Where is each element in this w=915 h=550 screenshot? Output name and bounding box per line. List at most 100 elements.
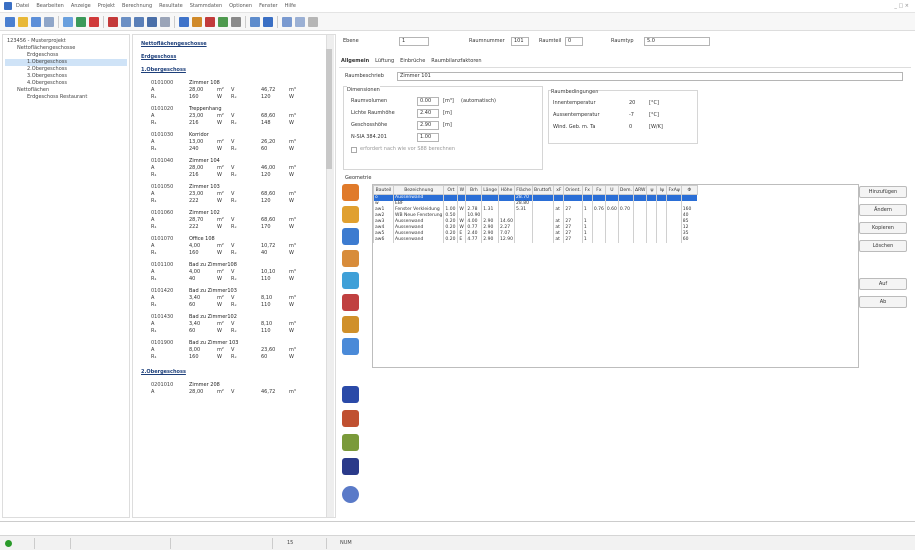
floor-og2[interactable]: 2.Obergeschoss — [141, 367, 335, 377]
wall-icon[interactable] — [342, 184, 359, 201]
raumtyp-select[interactable]: 5.0 — [644, 37, 710, 46]
table-cell[interactable]: at — [553, 236, 564, 243]
room-entry[interactable]: 0101070 Office 108 A 4,00 m² V 10,72 m³ R₁ 160 W Rₓ… — [151, 236, 323, 257]
help-icon[interactable] — [295, 16, 305, 27]
menu-masterdata[interactable]: Stammdaten — [190, 3, 222, 9]
column-header[interactable]: Brh — [465, 185, 483, 195]
column-header[interactable]: Bezeichnung — [392, 185, 445, 195]
table-cell[interactable]: 60 — [680, 236, 698, 243]
table-cell[interactable]: 14.60 — [498, 218, 515, 225]
project-tree[interactable]: 123456 - Musterprojekt Nettoflächengescho… — [2, 34, 130, 518]
column-header[interactable]: U — [604, 185, 619, 195]
list-scrollbar[interactable] — [326, 35, 334, 517]
tab-lueftung[interactable]: Lüftung — [375, 58, 394, 64]
ceiling-icon[interactable] — [342, 294, 359, 311]
print-icon[interactable] — [44, 16, 54, 27]
tree-node[interactable]: 123456 - Musterprojekt — [5, 38, 127, 45]
grid-icon[interactable] — [231, 16, 241, 27]
export-icon[interactable] — [263, 16, 273, 27]
layer-red-icon[interactable] — [342, 410, 359, 427]
raumnummer-field[interactable]: 101 — [511, 37, 529, 46]
table-cell[interactable] — [666, 236, 682, 243]
chart-icon[interactable] — [205, 16, 215, 27]
tab-allgemein[interactable]: Allgemein — [341, 58, 369, 64]
column-header[interactable]: W — [457, 185, 467, 195]
gear-icon[interactable] — [342, 486, 359, 503]
calc-icon[interactable] — [179, 16, 189, 27]
cut-icon[interactable] — [121, 16, 131, 27]
table-cell[interactable]: 4.77 — [465, 236, 482, 243]
column-header[interactable]: Orient. — [563, 185, 583, 195]
save-icon[interactable] — [31, 16, 41, 27]
tab-einbrueche[interactable]: Einbrüche — [400, 58, 425, 64]
room-entry[interactable]: 0201010 Zimmer 208 A 28,00 m² V 46,72 m³ — [151, 382, 323, 396]
window-controls[interactable]: _ □ × — [894, 3, 909, 9]
scrollbar-thumb[interactable] — [326, 49, 332, 169]
table-cell[interactable]: 0.60 — [604, 206, 619, 213]
table-cell[interactable]: aw6 — [373, 236, 394, 243]
menu-results[interactable]: Resultate — [159, 3, 183, 9]
room-entry[interactable]: 0101100 Bad zu Zimmer108 A 4,00 m² V 10,10 m³ R₁… — [151, 262, 323, 283]
add-button[interactable]: Hinzufügen — [859, 186, 907, 198]
table-cell[interactable] — [646, 236, 657, 243]
column-header[interactable]: Fx — [581, 185, 593, 195]
room-entry[interactable]: 0101420 Bad zu Zimmer103 A 3,40 m² V 8,10 m³ R₁ 6… — [151, 288, 323, 309]
settings-icon[interactable] — [250, 16, 260, 27]
column-header[interactable]: Länge — [481, 185, 500, 195]
geschosshoehe-field[interactable]: 2.90 — [417, 121, 439, 130]
table-cell[interactable]: E — [457, 236, 466, 243]
room-entry[interactable]: 0101430 Bad zu Zimmer102 A 3,40 m² V 8,10 m³ R₁ 6… — [151, 314, 323, 335]
menu-options[interactable]: Optionen — [229, 3, 252, 9]
move-down-button[interactable]: Ab — [859, 296, 907, 308]
column-header[interactable]: ψ — [646, 185, 658, 195]
table-cell[interactable]: 27 — [563, 236, 583, 243]
tree-node[interactable]: Nettoflächen — [5, 87, 127, 94]
roof-icon[interactable] — [342, 250, 359, 267]
column-header[interactable]: Dem. — [617, 185, 634, 195]
column-header[interactable]: FxAψ — [666, 185, 682, 195]
table-cell[interactable]: 10.90 — [465, 212, 482, 219]
edit-button[interactable]: Ändern — [859, 204, 907, 216]
table-cell[interactable]: 1 — [581, 236, 593, 243]
close-icon[interactable] — [160, 16, 170, 27]
table-cell[interactable] — [591, 236, 606, 243]
ebene-field[interactable]: 1 — [399, 37, 429, 46]
column-header[interactable]: Fx — [591, 185, 606, 195]
table-cell[interactable]: 0.20 — [443, 236, 458, 243]
menu-edit[interactable]: Bearbeiten — [36, 3, 63, 9]
report-icon[interactable] — [192, 16, 202, 27]
menu-help[interactable]: Hilfe — [285, 3, 296, 9]
window-icon[interactable] — [342, 228, 359, 245]
menu-view[interactable]: Anzeige — [71, 3, 91, 9]
tools-icon[interactable] — [282, 16, 292, 27]
layer-green-icon[interactable] — [342, 434, 359, 451]
menu-calculation[interactable]: Berechnung — [122, 3, 152, 9]
floor-og1[interactable]: 1.Obergeschoss — [141, 65, 335, 75]
layer-blue-icon[interactable] — [342, 386, 359, 403]
bridge-icon[interactable] — [342, 338, 359, 355]
column-header[interactable]: Ort — [443, 185, 459, 195]
room-entry[interactable]: 0101000 Zimmer 108 A 28,00 m² V 46,72 m³ R₁ 160 W R… — [151, 80, 323, 101]
column-header[interactable]: ΔRW — [632, 185, 648, 195]
menu-project[interactable]: Projekt — [98, 3, 115, 9]
column-header[interactable]: Fläche — [514, 185, 534, 195]
delete-button[interactable]: Löschen — [859, 240, 907, 252]
tree-node[interactable]: Erdgeschoss — [5, 52, 127, 59]
table-cell[interactable]: 12.90 — [498, 236, 515, 243]
layer-dark-icon[interactable] — [342, 458, 359, 475]
table-cell[interactable] — [656, 236, 667, 243]
move-up-button[interactable]: Auf — [859, 278, 907, 290]
table-cell[interactable] — [632, 236, 647, 243]
copy-icon[interactable] — [134, 16, 144, 27]
column-header[interactable]: lψ — [656, 185, 668, 195]
menu-file[interactable]: Datei — [16, 3, 29, 9]
tree-node[interactable]: 1.Obergeschoss — [5, 59, 127, 66]
tree-node[interactable]: 4.Obergeschoss — [5, 80, 127, 87]
floor-eg[interactable]: Erdgeschoss — [141, 52, 335, 62]
room-entry[interactable]: 0101900 Bad zu Zimmer 103 A 8,00 m² V 23,60 m³ R… — [151, 340, 323, 361]
room-entry[interactable]: 0101060 Zimmer 102 A 28,70 m² V 68,60 m³ R₁ 222 W R… — [151, 210, 323, 231]
raumbeschrieb-field[interactable]: Zimmer 101 — [397, 72, 903, 81]
delete-icon[interactable] — [108, 16, 118, 27]
door-icon[interactable] — [342, 272, 359, 289]
tree-node[interactable]: Nettoflächengeschosse — [5, 45, 127, 52]
